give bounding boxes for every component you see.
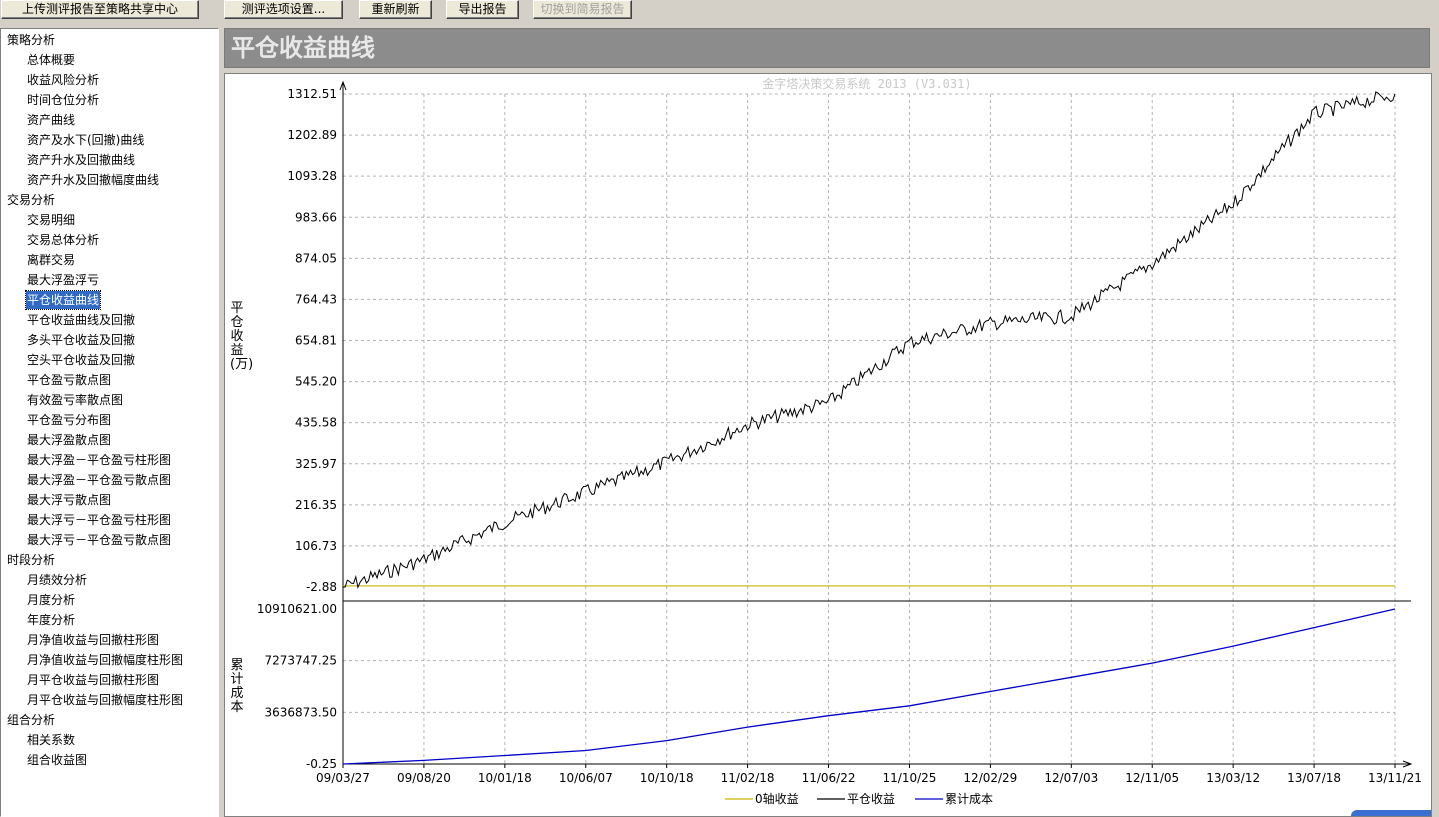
sidebar-item[interactable]: 交易总体分析 bbox=[26, 231, 100, 249]
sidebar-item[interactable]: 相关系数 bbox=[26, 731, 76, 749]
sidebar-item[interactable]: 最大浮亏－平仓盈亏柱形图 bbox=[26, 511, 172, 529]
top-y-tick-label: 654.81 bbox=[295, 334, 337, 348]
top-y-tick-label: 1312.51 bbox=[287, 87, 337, 101]
sidebar-item[interactable]: 资产升水及回撤曲线 bbox=[26, 151, 136, 169]
x-tick-label: 09/03/27 bbox=[316, 771, 370, 785]
x-tick-label: 13/11/21 bbox=[1368, 771, 1422, 785]
legend-label: 累计成本 bbox=[945, 792, 993, 806]
sidebar-item[interactable]: 有效盈亏率散点图 bbox=[26, 391, 124, 409]
sidebar-item[interactable]: 组合收益图 bbox=[26, 751, 88, 769]
x-tick-label: 11/02/18 bbox=[721, 771, 775, 785]
window-corner bbox=[1351, 810, 1431, 816]
top-y-tick-label: 983.66 bbox=[295, 210, 337, 224]
sidebar-item[interactable]: 月度分析 bbox=[26, 591, 76, 609]
top-y-tick-label: 1093.28 bbox=[287, 169, 337, 183]
top-y-tick-label: 216.35 bbox=[295, 498, 337, 512]
sidebar-item[interactable]: 月平仓收益与回撤幅度柱形图 bbox=[26, 691, 184, 709]
sidebar-item[interactable]: 离群交易 bbox=[26, 251, 76, 269]
sidebar-item[interactable]: 空头平仓收益及回撤 bbox=[26, 351, 136, 369]
sidebar-item[interactable]: 月平仓收益与回撤柱形图 bbox=[26, 671, 160, 689]
sidebar-item[interactable]: 收益风险分析 bbox=[26, 71, 100, 89]
top-y-tick-label: 1202.89 bbox=[287, 128, 337, 142]
toolbar: 上传测评报告至策略共享中心 测评选项设置... 重新刷新 导出报告 切换到简易报… bbox=[0, 0, 1439, 22]
x-tick-label: 09/08/20 bbox=[397, 771, 451, 785]
evaluation-options-button[interactable]: 测评选项设置... bbox=[224, 0, 343, 19]
x-tick-label: 12/11/05 bbox=[1125, 771, 1179, 785]
bottom-y-tick-label: 7273747.25 bbox=[264, 654, 337, 668]
x-tick-label: 11/10/25 bbox=[883, 771, 937, 785]
x-tick-label: 10/01/18 bbox=[478, 771, 532, 785]
sidebar-group[interactable]: 组合分析 bbox=[7, 711, 55, 729]
top-y-tick-label: -2.88 bbox=[306, 580, 337, 594]
sidebar-item[interactable]: 最大浮盈浮亏 bbox=[26, 271, 100, 289]
x-tick-label: 10/06/07 bbox=[559, 771, 613, 785]
x-tick-label: 12/07/03 bbox=[1044, 771, 1098, 785]
top-y-tick-label: 106.73 bbox=[295, 539, 337, 553]
sidebar-group[interactable]: 时段分析 bbox=[7, 551, 55, 569]
sidebar-item[interactable]: 资产及水下(回撤)曲线 bbox=[26, 131, 145, 149]
top-y-axis-label: 平仓收益(万) bbox=[230, 301, 254, 372]
bottom-y-axis-label: 累计成本 bbox=[230, 658, 244, 715]
top-y-tick-label: 874.05 bbox=[295, 251, 337, 265]
sidebar-group[interactable]: 交易分析 bbox=[7, 191, 55, 209]
sidebar-item[interactable]: 平仓收益曲线及回撤 bbox=[26, 311, 136, 329]
sidebar-item[interactable]: 月净值收益与回撤幅度柱形图 bbox=[26, 651, 184, 669]
sidebar-item[interactable]: 月绩效分析 bbox=[26, 571, 88, 589]
sidebar-item[interactable]: 平仓收益曲线 bbox=[24, 290, 102, 310]
sidebar-item[interactable]: 最大浮盈－平仓盈亏柱形图 bbox=[26, 451, 172, 469]
cumulative-cost-series-line bbox=[342, 608, 1396, 765]
page-title: 平仓收益曲线 bbox=[231, 34, 375, 62]
sidebar-item[interactable]: 最大浮盈－平仓盈亏散点图 bbox=[26, 471, 172, 489]
top-y-tick-label: 545.20 bbox=[295, 375, 337, 389]
top-y-tick-label: 325.97 bbox=[295, 457, 337, 471]
sidebar-item[interactable]: 平仓盈亏分布图 bbox=[26, 411, 112, 429]
top-y-tick-label: 435.58 bbox=[295, 416, 337, 430]
sidebar-item[interactable]: 平仓盈亏散点图 bbox=[26, 371, 112, 389]
bottom-y-tick-label: 10910621.00 bbox=[257, 602, 337, 616]
x-tick-label: 13/07/18 bbox=[1287, 771, 1341, 785]
page-title-band: 平仓收益曲线 bbox=[224, 28, 1430, 68]
sidebar-item[interactable]: 总体概要 bbox=[26, 51, 76, 69]
upload-report-button[interactable]: 上传测评报告至策略共享中心 bbox=[1, 0, 199, 19]
x-tick-label: 11/06/22 bbox=[802, 771, 856, 785]
x-tick-label: 12/02/29 bbox=[963, 771, 1017, 785]
sidebar-item[interactable]: 资产升水及回撤幅度曲线 bbox=[26, 171, 160, 189]
refresh-button[interactable]: 重新刷新 bbox=[359, 0, 432, 19]
sidebar-item[interactable]: 最大浮亏散点图 bbox=[26, 491, 112, 509]
x-tick-label: 10/10/18 bbox=[640, 771, 694, 785]
chart-watermark: 金字塔决策交易系统 2013 (V3.031) bbox=[762, 76, 971, 91]
x-tick-label: 13/03/12 bbox=[1206, 771, 1260, 785]
export-report-button[interactable]: 导出报告 bbox=[446, 0, 519, 19]
sidebar-item[interactable]: 多头平仓收益及回撤 bbox=[26, 331, 136, 349]
switch-simple-report-button[interactable]: 切换到简易报告 bbox=[533, 0, 632, 19]
chart: 金字塔决策交易系统 2013 (V3.031) 1312.51 1202.89 109… bbox=[257, 76, 1422, 806]
sidebar-group[interactable]: 策略分析 bbox=[7, 31, 55, 49]
bottom-y-tick-label: -0.25 bbox=[306, 757, 337, 771]
bottom-y-tick-label: 3636873.50 bbox=[264, 705, 337, 719]
sidebar-item[interactable]: 交易明细 bbox=[26, 211, 76, 229]
sidebar-item[interactable]: 时间仓位分析 bbox=[26, 91, 100, 109]
sidebar-item[interactable]: 年度分析 bbox=[26, 611, 76, 629]
legend-label: 平仓收益 bbox=[847, 792, 895, 806]
sidebar-item[interactable]: 资产曲线 bbox=[26, 111, 76, 129]
sidebar-item[interactable]: 最大浮亏－平仓盈亏散点图 bbox=[26, 531, 172, 549]
sidebar-tree: 策略分析总体概要收益风险分析 时间仓位分析 资产曲线资产及水下(回撤)曲线 资产升水及… bbox=[0, 28, 219, 817]
chart-panel: 金字塔决策交易系统 2013 (V3.031) 1312.51 1202.89 109… bbox=[224, 73, 1432, 817]
legend-label: 0轴收益 bbox=[755, 791, 799, 806]
sidebar-item[interactable]: 月净值收益与回撤柱形图 bbox=[26, 631, 160, 649]
sidebar-item[interactable]: 最大浮盈散点图 bbox=[26, 431, 112, 449]
top-y-tick-label: 764.43 bbox=[295, 292, 337, 306]
closed-profit-series-line bbox=[342, 91, 1396, 589]
